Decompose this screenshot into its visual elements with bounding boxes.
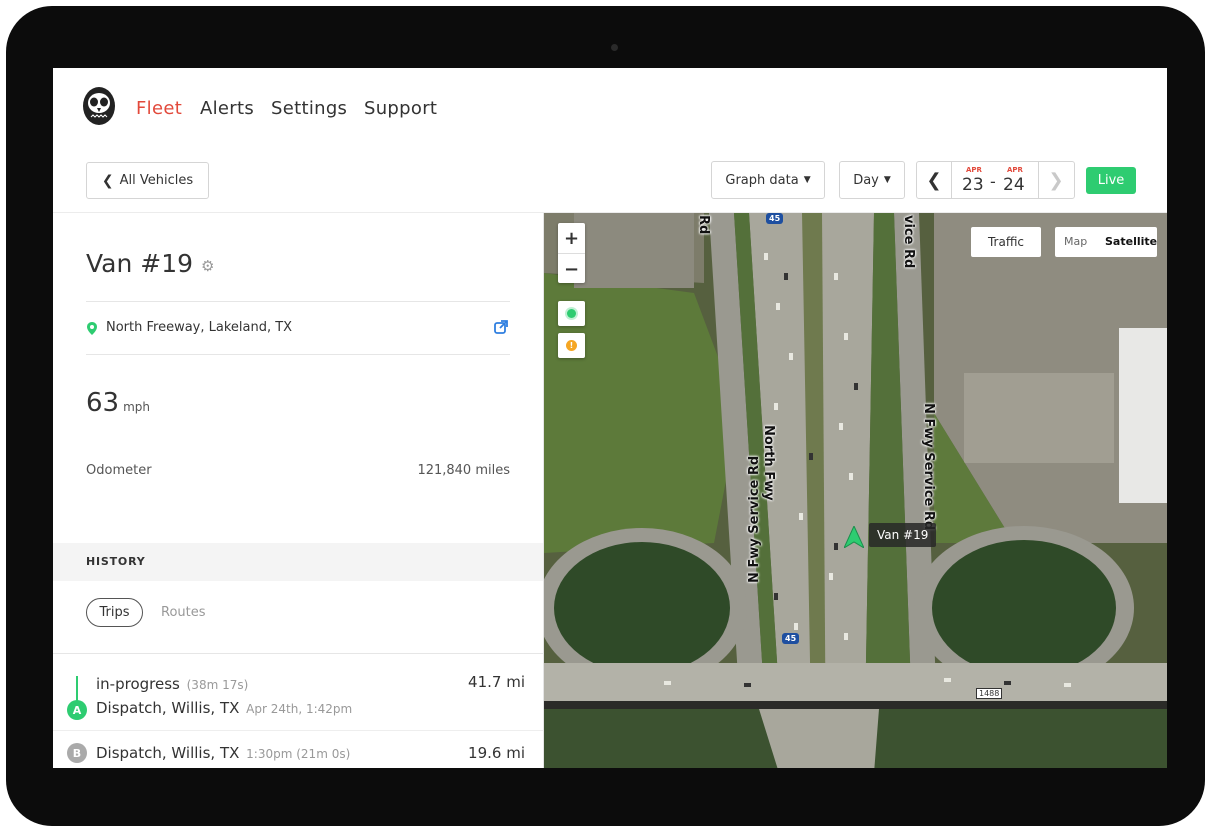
vehicle-location: North Freeway, Lakeland, TX <box>106 320 293 335</box>
green-dot-icon <box>567 309 576 318</box>
gear-icon[interactable]: ⚙ <box>201 257 214 275</box>
external-link-icon[interactable] <box>494 319 508 338</box>
trip-location: Dispatch, Willis, TX Apr 24th, 1:42pm <box>96 699 352 717</box>
trip-distance: 19.6 mi <box>468 744 525 762</box>
date-from-month: APR <box>966 166 982 174</box>
trip-time: Apr 24th, 1:42pm <box>246 702 353 716</box>
map-view-button[interactable]: Map <box>1064 235 1087 248</box>
locate-vehicle-button[interactable] <box>558 301 585 326</box>
trip-location: Dispatch, Willis, TX 1:30pm (21m 0s) <box>96 744 350 762</box>
nav-alerts[interactable]: Alerts <box>200 98 254 119</box>
divider <box>53 653 543 654</box>
divider <box>86 354 510 355</box>
history-header: HISTORY <box>53 543 543 581</box>
road-label-rd: Rd <box>696 215 711 235</box>
trip-status-text: in-progress <box>96 675 180 693</box>
vehicle-details-panel: Van #19 ⚙ North Freeway, Lakeland, TX 63… <box>53 213 544 768</box>
trip-location-text: Dispatch, Willis, TX <box>96 699 240 717</box>
camera-dot <box>611 44 618 51</box>
vehicle-map-label[interactable]: Van #19 <box>869 523 937 547</box>
zoom-in-button[interactable]: + <box>558 223 585 253</box>
odometer-label: Odometer <box>86 463 152 478</box>
nav-fleet[interactable]: Fleet <box>136 98 182 119</box>
alert-filter-button[interactable]: ! <box>558 333 585 358</box>
zoom-control: + − <box>558 223 585 283</box>
warning-icon: ! <box>566 340 577 351</box>
traffic-toggle-button[interactable]: Traffic <box>971 227 1041 257</box>
zoom-out-button[interactable]: − <box>558 254 585 284</box>
date-to-day[interactable]: 24 <box>1003 175 1025 195</box>
chevron-left-icon[interactable]: ❮ <box>917 162 951 198</box>
trip-marker-b: B <box>67 743 87 763</box>
satellite-map[interactable]: + − ! Traffic Map Satellite North Fwy N … <box>544 213 1167 768</box>
caret-down-icon: ▼ <box>883 175 891 185</box>
chevron-right-icon[interactable]: ❯ <box>1039 162 1073 198</box>
history-title: HISTORY <box>86 555 146 568</box>
all-vehicles-button[interactable]: ❮ All Vehicles <box>86 162 209 199</box>
divider <box>53 730 543 731</box>
nav-settings[interactable]: Settings <box>271 98 347 119</box>
toolbar: ❮ All Vehicles Graph data ▼ Day ▼ ❮ APR … <box>53 150 1167 213</box>
trip-line <box>76 676 78 702</box>
date-separator: - <box>990 172 996 191</box>
trip-marker-a: A <box>67 700 87 720</box>
trip-distance: 41.7 mi <box>468 673 525 691</box>
graph-data-dropdown[interactable]: Graph data ▼ <box>711 161 825 199</box>
top-navigation: Fleet Alerts Settings Support <box>53 68 1167 151</box>
date-from-day[interactable]: 23 <box>962 175 984 195</box>
highway-shield-45: 45 <box>782 633 800 644</box>
trip-location-text: Dispatch, Willis, TX <box>96 744 240 762</box>
exit-number-sign: 1488 <box>976 688 1003 699</box>
speed-value: 63 <box>86 388 120 418</box>
nav-support[interactable]: Support <box>364 98 437 119</box>
tab-routes[interactable]: Routes <box>161 605 206 620</box>
date-range-picker: ❮ APR 23 - APR 24 ❯ <box>916 161 1075 199</box>
date-to-month: APR <box>1007 166 1023 174</box>
road-label-north-fwy: North Fwy <box>761 425 776 501</box>
road-label-vice-rd: vice Rd <box>901 215 916 269</box>
vehicle-name: Van #19 <box>86 249 194 278</box>
location-pin-icon <box>87 320 97 339</box>
road-label-service-rd-west: N Fwy Service Rd <box>747 455 762 583</box>
owl-logo-icon[interactable] <box>82 86 116 126</box>
all-vehicles-label: All Vehicles <box>119 173 194 188</box>
map-type-toggle: Map Satellite <box>1055 227 1157 257</box>
tab-trips[interactable]: Trips <box>86 598 143 627</box>
divider <box>86 301 510 302</box>
divider <box>951 162 952 198</box>
app-screen: Fleet Alerts Settings Support ❮ All Vehi… <box>53 68 1167 768</box>
chevron-left-icon: ❮ <box>101 172 114 189</box>
trip-duration: (38m 17s) <box>186 678 249 692</box>
trip-status: in-progress (38m 17s) <box>96 675 248 693</box>
highway-shield-45: 45 <box>766 213 784 224</box>
trip-time: 1:30pm (21m 0s) <box>246 747 351 761</box>
satellite-imagery <box>544 213 1167 768</box>
odometer-value: 121,840 miles <box>417 463 510 478</box>
live-button[interactable]: Live <box>1086 167 1136 194</box>
caret-down-icon: ▼ <box>803 175 811 185</box>
period-dropdown[interactable]: Day ▼ <box>839 161 905 199</box>
road-label-service-rd-east: N Fwy Service Rd <box>921 403 936 531</box>
satellite-view-button[interactable]: Satellite <box>1105 235 1157 248</box>
speed-readout: 63 mph <box>86 388 150 418</box>
period-label: Day <box>853 172 879 188</box>
speed-unit: mph <box>123 400 151 414</box>
graph-data-label: Graph data <box>725 172 799 188</box>
